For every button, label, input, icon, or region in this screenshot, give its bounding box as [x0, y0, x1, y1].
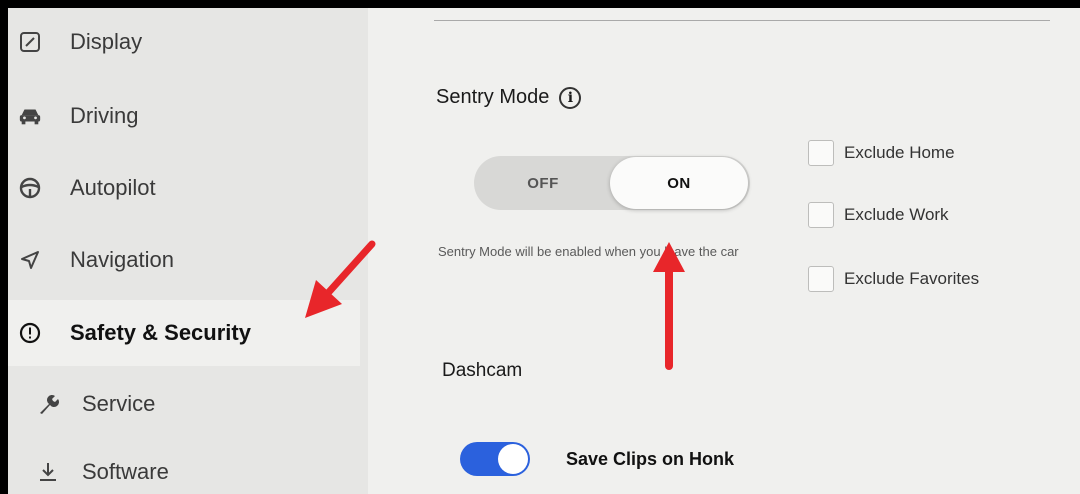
sidebar-item-label: Software	[82, 459, 169, 484]
section-divider	[434, 20, 1050, 21]
sidebar-item-service[interactable]: Service	[8, 372, 368, 436]
save-clips-on-honk-row: Save Clips on Honk	[460, 442, 734, 476]
car-icon	[18, 104, 42, 128]
sidebar-item-label: Navigation	[70, 247, 174, 272]
settings-screen: Display Driving Autopilot Navigation Saf	[8, 8, 1080, 494]
sentry-mode-description: Sentry Mode will be enabled when you lea…	[438, 244, 739, 259]
sidebar-item-software[interactable]: Software	[8, 440, 368, 494]
exclude-home-option[interactable]: Exclude Home	[808, 140, 955, 166]
navigation-arrow-icon	[18, 248, 42, 272]
steering-wheel-icon	[18, 176, 42, 200]
sidebar-item-safety-security[interactable]: Safety & Security	[8, 300, 360, 366]
sidebar-item-label: Display	[70, 29, 143, 54]
exclude-home-label: Exclude Home	[844, 143, 955, 162]
save-clips-on-honk-label: Save Clips on Honk	[566, 448, 735, 469]
settings-sidebar: Display Driving Autopilot Navigation Saf	[8, 8, 368, 494]
dashcam-heading: Dashcam	[442, 360, 523, 381]
sidebar-item-autopilot[interactable]: Autopilot	[8, 156, 368, 220]
sidebar-item-label: Safety & Security	[70, 320, 251, 345]
sentry-off-option[interactable]: OFF	[474, 156, 612, 210]
wrench-icon	[36, 392, 60, 416]
sentry-mode-heading: Sentry Mode i	[436, 86, 582, 109]
alert-circle-icon	[18, 321, 42, 345]
exclude-favorites-label: Exclude Favorites	[844, 269, 980, 288]
exclude-work-option[interactable]: Exclude Work	[808, 202, 949, 228]
sidebar-item-label: Driving	[70, 103, 139, 128]
exclude-work-label: Exclude Work	[844, 205, 949, 224]
sidebar-item-display[interactable]: Display	[8, 10, 368, 74]
sentry-mode-title: Sentry Mode	[436, 86, 550, 108]
sentry-mode-toggle[interactable]: OFF ON	[474, 156, 750, 210]
sentry-on-option[interactable]: ON	[610, 157, 748, 209]
save-clips-on-honk-switch[interactable]	[460, 442, 530, 476]
download-icon	[36, 460, 60, 484]
sidebar-item-label: Service	[82, 391, 156, 416]
exclude-home-checkbox[interactable]	[808, 140, 834, 166]
exclude-work-checkbox[interactable]	[808, 202, 834, 228]
info-icon[interactable]: i	[559, 86, 582, 109]
switch-knob	[498, 444, 528, 474]
sidebar-item-label: Autopilot	[70, 175, 156, 200]
display-icon	[18, 30, 42, 54]
exclude-favorites-option[interactable]: Exclude Favorites	[808, 266, 979, 292]
exclude-favorites-checkbox[interactable]	[808, 266, 834, 292]
settings-content: Sentry Mode i OFF ON Sentry Mode will be…	[368, 8, 1080, 494]
sidebar-item-navigation[interactable]: Navigation	[8, 228, 368, 292]
sidebar-item-driving[interactable]: Driving	[8, 84, 368, 148]
